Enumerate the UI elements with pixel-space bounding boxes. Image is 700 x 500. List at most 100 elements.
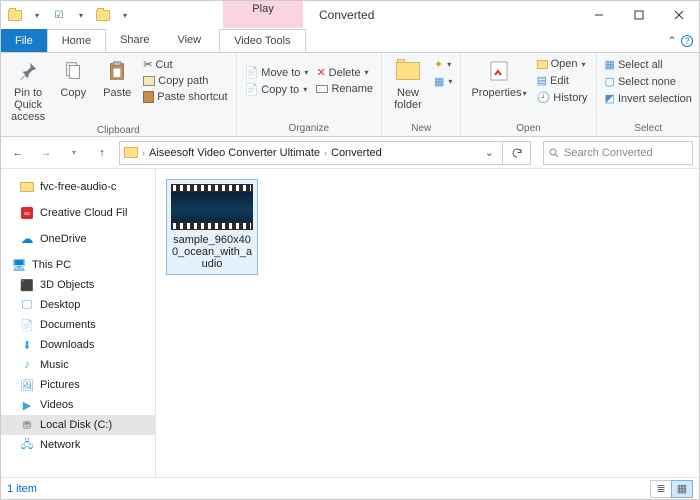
history-button[interactable]: 🕘History [535,90,590,105]
nav-item-videos[interactable]: ▶Videos [1,395,155,415]
downloads-icon: ⬇ [19,339,35,352]
qat-properties-icon[interactable]: ☑ [49,5,69,25]
thumbnails-view-button[interactable]: ▦ [671,480,693,498]
item-count: 1 item [7,483,37,495]
group-label: New [388,123,454,136]
file-item[interactable]: sample_960x400_ocean_with_audio [166,179,258,275]
quick-access-toolbar: ▾ ☑ ▾ ▾ [1,1,139,29]
tab-file[interactable]: File [1,29,47,52]
search-input[interactable]: Search Converted [543,141,693,165]
qat-folder-icon[interactable] [93,5,113,25]
properties-button[interactable]: Properties▾ [467,55,530,102]
nav-item-3d-objects[interactable]: ⬛3D Objects [1,275,155,295]
group-label: Open [467,123,589,136]
qat-folder-icon[interactable] [5,5,25,25]
explorer-body: fvc-free-audio-c ∞Creative Cloud Fil ☁On… [1,169,699,477]
help-icon[interactable]: ? [681,35,693,47]
details-view-button[interactable]: ≣ [650,480,672,498]
open-button[interactable]: Open▾ [535,57,590,71]
tab-home[interactable]: Home [47,29,106,52]
nav-item-folder[interactable]: fvc-free-audio-c [1,177,155,197]
close-button[interactable] [659,1,699,29]
edit-button[interactable]: ▤Edit [535,73,590,88]
maximize-button[interactable] [619,1,659,29]
delete-button[interactable]: ✕Delete▾ [314,65,375,80]
nav-item-creative-cloud[interactable]: ∞Creative Cloud Fil [1,203,155,223]
pin-quick-access-button[interactable]: Pin to Quick access [7,55,49,125]
file-list[interactable]: sample_960x400_ocean_with_audio [156,169,699,477]
cube-icon: ⬛ [19,279,35,292]
creative-cloud-icon: ∞ [21,207,33,219]
back-button[interactable]: ← [7,142,29,164]
group-label: Select [603,123,694,136]
move-to-button[interactable]: 📄Move to▾ [243,65,311,80]
pin-icon [14,57,42,85]
minimize-button[interactable] [579,1,619,29]
breadcrumb-segment[interactable]: Aiseesoft Video Converter Ultimate [149,147,320,159]
address-bar[interactable]: › Aiseesoft Video Converter Ultimate › C… [119,141,503,165]
nav-item-onedrive[interactable]: ☁OneDrive [1,229,155,249]
copy-to-icon: 📄 [245,83,259,96]
new-folder-button[interactable]: New folder [388,55,428,113]
music-icon: ♪ [19,359,35,372]
search-icon [548,147,560,159]
explorer-window: ▾ ☑ ▾ ▾ Play Converted File Home Share V… [0,0,700,500]
qat-down-icon[interactable]: ▾ [27,5,47,25]
new-item-icon: ✦ [434,58,443,71]
qat-down-icon[interactable]: ▾ [71,5,91,25]
new-folder-icon [394,57,422,85]
group-organize: 📄Move to▾ 📄Copy to▾ ✕Delete▾ Rename Orga… [237,53,382,136]
tab-video-tools[interactable]: Video Tools [219,29,305,52]
nav-item-network[interactable]: 🖧Network [1,435,155,455]
scissors-icon: ✂ [143,58,152,71]
qat-overflow-icon[interactable]: ▾ [115,5,135,25]
documents-icon: 📄 [19,319,35,332]
tab-share[interactable]: Share [106,29,163,52]
group-label: Organize [243,123,375,136]
chevron-right-icon[interactable]: › [324,148,327,158]
easy-access-button[interactable]: ▦▾ [432,74,454,89]
invert-icon: ◩ [605,92,615,105]
select-none-button[interactable]: ▢Select none [603,74,694,89]
copy-to-button[interactable]: 📄Copy to▾ [243,82,311,97]
select-all-button[interactable]: ▦Select all [603,57,694,72]
nav-item-local-disk[interactable]: ⛃Local Disk (C:) [1,415,155,435]
refresh-button[interactable] [503,141,531,165]
easy-access-icon: ▦ [434,75,444,88]
copy-path-button[interactable]: Copy path [141,74,229,88]
new-item-button[interactable]: ✦▾ [432,57,454,72]
pictures-icon: 🖼 [19,379,35,392]
forward-button[interactable]: → [35,142,57,164]
cut-button[interactable]: ✂Cut [141,57,229,72]
rename-button[interactable]: Rename [314,82,375,96]
recent-locations-icon[interactable]: ▾ [63,142,85,164]
pc-icon: 🖥 [11,259,27,272]
nav-item-desktop[interactable]: 🖵Desktop [1,295,155,315]
copy-button[interactable]: Copy [53,55,93,101]
video-thumbnail [171,184,253,230]
nav-item-downloads[interactable]: ⬇Downloads [1,335,155,355]
nav-item-pictures[interactable]: 🖼Pictures [1,375,155,395]
breadcrumb-segment[interactable]: Converted [331,147,382,159]
videos-icon: ▶ [19,399,35,412]
nav-item-music[interactable]: ♪Music [1,355,155,375]
invert-selection-button[interactable]: ◩Invert selection [603,91,694,106]
navigation-row: ← → ▾ ↑ › Aiseesoft Video Converter Ulti… [1,137,699,169]
network-icon: 🖧 [19,439,35,452]
nav-item-documents[interactable]: 📄Documents [1,315,155,335]
shortcut-icon [143,91,154,103]
chevron-right-icon[interactable]: › [142,148,145,158]
delete-icon: ✕ [316,66,325,79]
up-button[interactable]: ↑ [91,142,113,164]
group-new: New folder ✦▾ ▦▾ New [382,53,461,136]
select-all-icon: ▦ [605,58,615,71]
tab-view[interactable]: View [163,29,215,52]
history-icon: 🕘 [537,91,551,104]
paste-shortcut-button[interactable]: Paste shortcut [141,90,229,104]
ribbon-tabs: File Home Share View Video Tools ⌃ ? [1,29,699,53]
group-open: Properties▾ Open▾ ▤Edit 🕘History Open [461,53,596,136]
ribbon-collapse-icon[interactable]: ⌃ [667,34,677,48]
paste-button[interactable]: Paste [97,55,137,101]
nav-item-this-pc[interactable]: 🖥This PC [1,255,155,275]
address-dropdown-icon[interactable]: ⌄ [481,146,498,159]
